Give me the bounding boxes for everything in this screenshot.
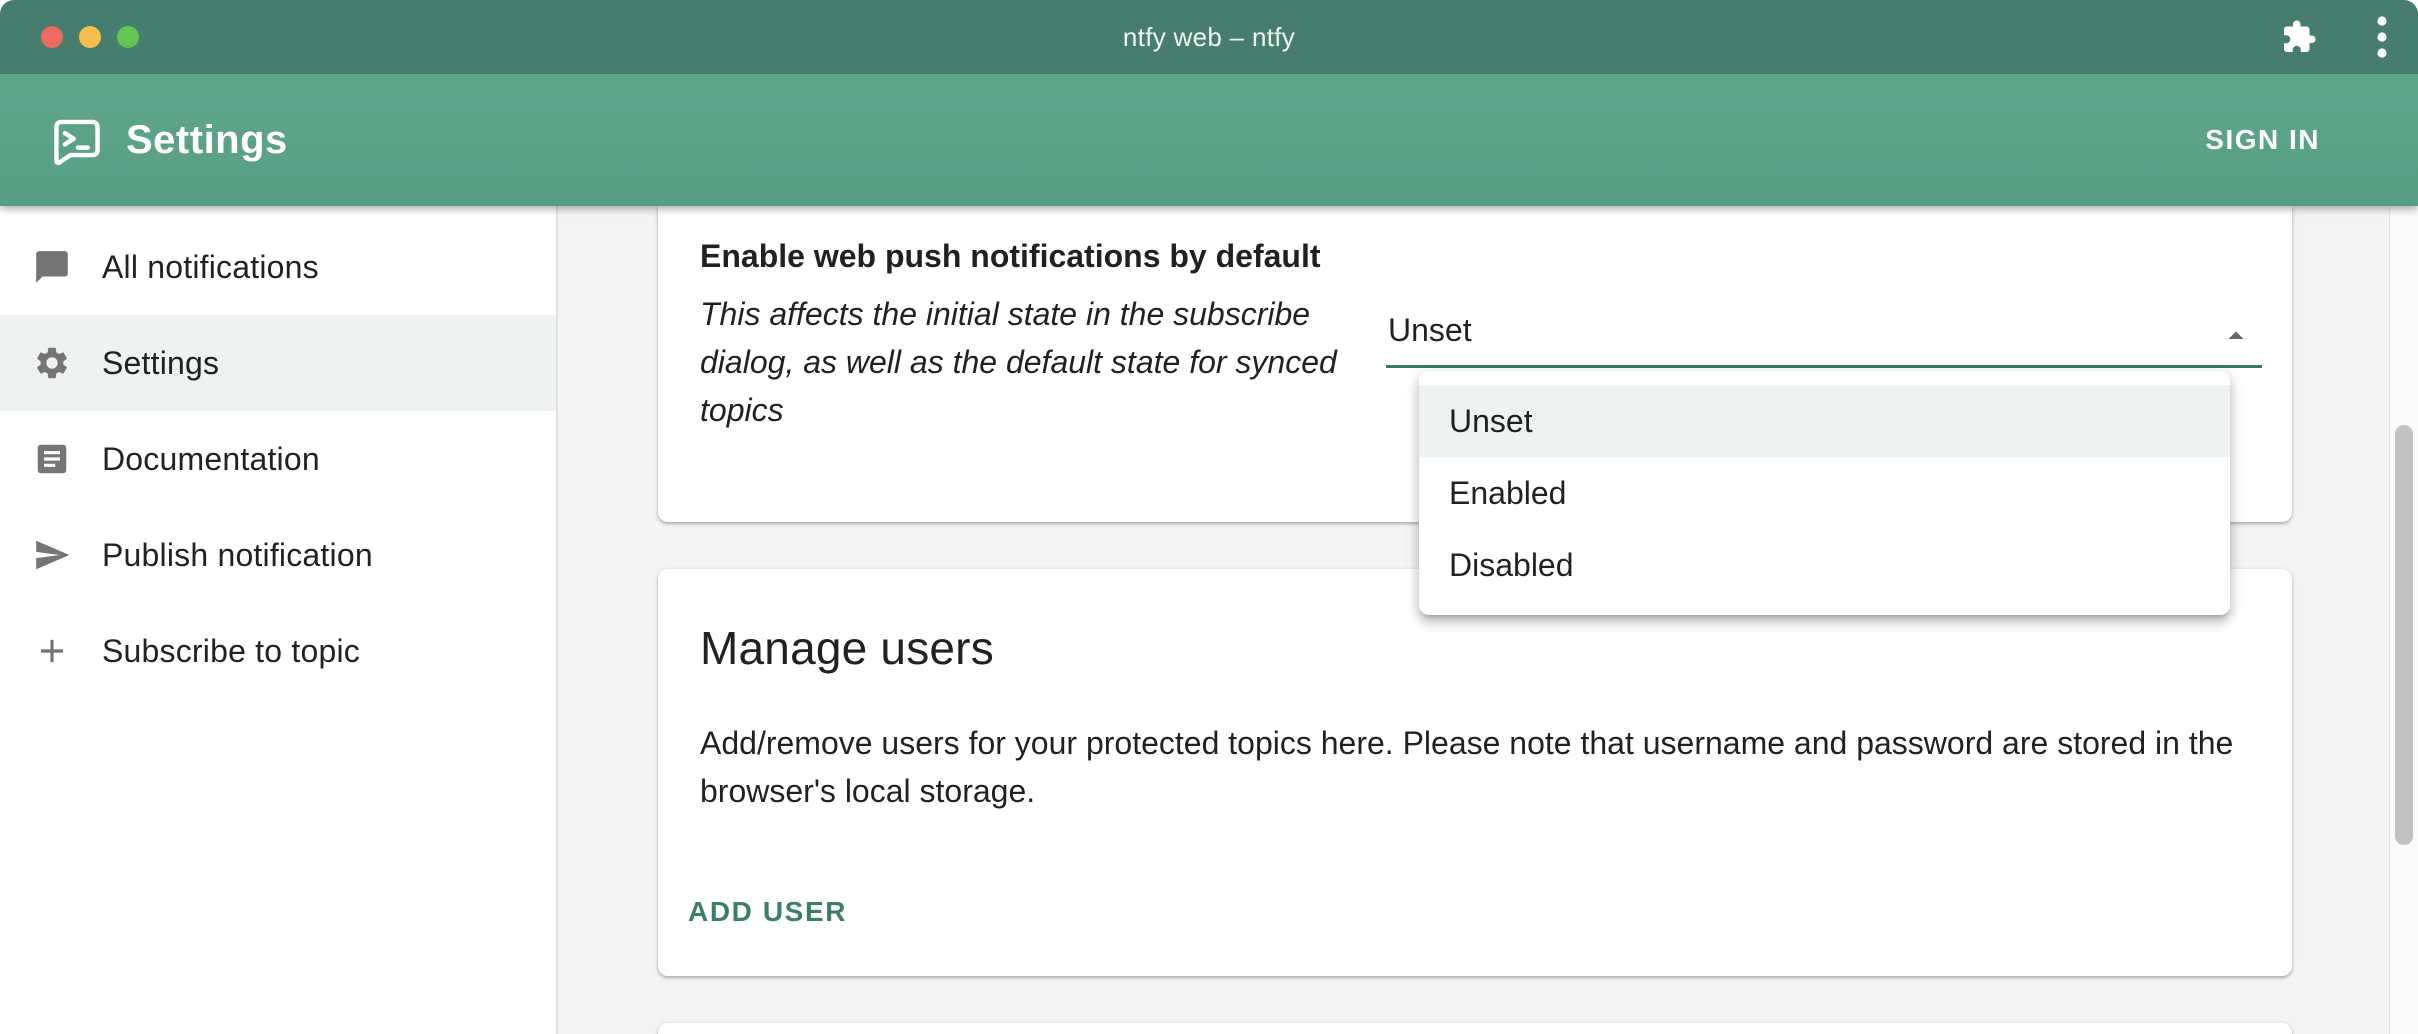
sidebar-item-subscribe-to-topic[interactable]: Subscribe to topic (0, 603, 556, 699)
menu-option-unset[interactable]: Unset (1419, 385, 2230, 457)
ntfy-logo (48, 114, 106, 175)
scrollbar-thumb[interactable] (2395, 425, 2413, 845)
app-window: ntfy web – ntfy Settings SIGN IN All n (0, 0, 2418, 1034)
plus-icon (33, 632, 71, 670)
chevron-up-icon (2218, 318, 2254, 354)
sidebar-item-label: Documentation (102, 441, 320, 478)
web-push-default-menu: Unset Enabled Disabled (1419, 371, 2230, 615)
menu-option-enabled[interactable]: Enabled (1419, 457, 2230, 529)
window-title: ntfy web – ntfy (0, 0, 2418, 74)
select-value: Unset (1388, 312, 1472, 349)
scrollbar-track[interactable] (2389, 206, 2418, 1034)
gear-icon (33, 344, 71, 382)
titlebar: ntfy web – ntfy (0, 0, 2418, 74)
next-card-partial (658, 1023, 2292, 1034)
appbar: Settings SIGN IN (0, 74, 2418, 206)
sidebar-item-publish-notification[interactable]: Publish notification (0, 507, 556, 603)
manage-users-description: Add/remove users for your protected topi… (700, 719, 2260, 815)
extension-puzzle-icon[interactable] (2266, 0, 2332, 74)
sidebar-item-settings[interactable]: Settings (0, 315, 556, 411)
pref-description: This affects the initial state in the su… (700, 290, 1340, 434)
manage-users-card: Manage users Add/remove users for your p… (658, 569, 2292, 976)
menu-option-disabled[interactable]: Disabled (1419, 529, 2230, 601)
sign-in-button[interactable]: SIGN IN (2187, 104, 2338, 176)
pref-title: Enable web push notifications by default (700, 238, 1321, 275)
manage-users-title: Manage users (700, 621, 994, 675)
sidebar-item-all-notifications[interactable]: All notifications (0, 219, 556, 315)
sidebar-item-label: Publish notification (102, 537, 373, 574)
send-icon (33, 536, 71, 574)
sidebar: All notifications Settings Documentation… (0, 206, 558, 1034)
sidebar-item-documentation[interactable]: Documentation (0, 411, 556, 507)
sidebar-item-label: Subscribe to topic (102, 633, 360, 670)
chat-bubble-icon (33, 248, 71, 286)
web-push-default-select[interactable]: Unset (1386, 306, 2262, 368)
article-icon (33, 440, 71, 478)
sidebar-item-label: All notifications (102, 249, 319, 286)
page-title: Settings (126, 74, 288, 206)
sidebar-item-label: Settings (102, 345, 219, 382)
add-user-button[interactable]: ADD USER (672, 876, 863, 948)
browser-menu-kebab-icon[interactable] (2360, 0, 2404, 74)
